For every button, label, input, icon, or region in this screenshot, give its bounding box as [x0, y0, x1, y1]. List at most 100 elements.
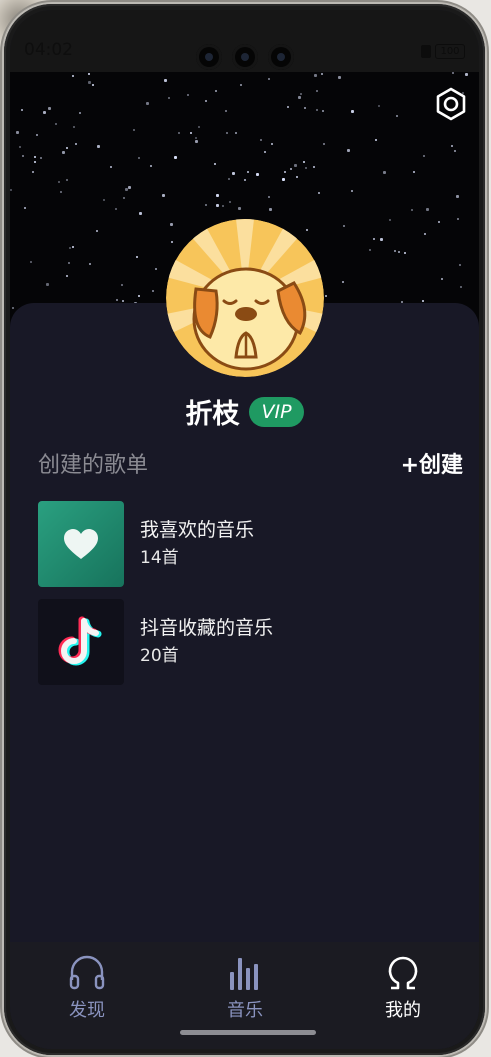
star-decoration — [423, 154, 426, 157]
star-decoration — [300, 92, 303, 95]
star-decoration — [264, 151, 267, 154]
star-decoration — [75, 143, 78, 146]
star-decoration — [413, 171, 416, 174]
sim-icon — [421, 45, 431, 58]
star-decoration — [303, 160, 306, 163]
star-decoration — [47, 106, 51, 110]
star-decoration — [138, 212, 142, 216]
star-decoration — [398, 251, 401, 254]
section-title: 创建的歌单 — [38, 453, 149, 478]
equalizer-icon — [230, 958, 258, 990]
username: 折枝 — [185, 399, 240, 430]
star-decoration — [198, 125, 201, 128]
playlist-name: 我喜欢的音乐 — [140, 519, 255, 541]
star-decoration — [190, 131, 193, 134]
star-decoration — [343, 225, 346, 228]
star-decoration — [372, 238, 375, 241]
star-decoration — [115, 298, 118, 301]
star-decoration — [132, 128, 135, 131]
star-decoration — [89, 263, 92, 266]
star-decoration — [45, 283, 49, 287]
star-decoration — [204, 99, 207, 102]
camera-lens-icon — [232, 44, 258, 70]
star-decoration — [229, 200, 232, 203]
star-decoration — [103, 198, 106, 201]
create-playlist-button[interactable]: +创建 — [401, 447, 463, 479]
status-indicators: 100 — [421, 44, 465, 59]
star-decoration — [282, 177, 286, 181]
star-decoration — [146, 101, 150, 105]
star-decoration — [232, 171, 236, 175]
profile-name-row: 折枝 VIP — [10, 392, 479, 431]
star-decoration — [18, 146, 21, 149]
star-decoration — [87, 72, 90, 75]
playlist-cover — [38, 599, 124, 685]
star-decoration — [195, 137, 198, 139]
star-decoration — [173, 156, 177, 159]
tab-discover[interactable]: 发现 — [27, 942, 147, 1022]
star-decoration — [79, 112, 82, 115]
avatar[interactable] — [166, 219, 324, 377]
playlist-cover — [38, 501, 124, 587]
star-decoration — [259, 138, 262, 141]
star-decoration — [425, 208, 429, 212]
star-decoration — [23, 207, 26, 210]
star-decoration — [396, 114, 399, 117]
star-decoration — [54, 122, 57, 125]
star-decoration — [122, 197, 125, 200]
star-decoration — [228, 177, 231, 180]
star-decoration — [121, 299, 124, 302]
star-decoration — [127, 185, 131, 189]
tab-mine[interactable]: 我的 — [343, 942, 463, 1022]
playlist-count: 14首 — [140, 548, 179, 568]
star-decoration — [186, 93, 189, 96]
star-decoration — [304, 107, 307, 110]
playlist-item[interactable]: 抖音收藏的音乐 20首 — [38, 599, 458, 685]
star-decoration — [322, 109, 325, 112]
star-decoration — [383, 170, 387, 174]
star-decoration — [69, 246, 72, 249]
star-decoration — [32, 170, 35, 173]
star-decoration — [138, 295, 141, 298]
star-decoration — [34, 160, 37, 163]
star-decoration — [404, 252, 407, 255]
vip-badge[interactable]: VIP — [249, 396, 304, 427]
settings-button[interactable] — [433, 86, 469, 122]
star-decoration — [394, 250, 397, 253]
dog-avatar-icon — [166, 219, 324, 377]
home-indicator[interactable] — [180, 1030, 316, 1035]
star-decoration — [162, 194, 166, 198]
playlist-name: 抖音收藏的音乐 — [140, 617, 274, 639]
star-decoration — [324, 295, 327, 298]
star-decoration — [95, 229, 98, 232]
star-decoration — [268, 208, 272, 212]
tab-label: 我的 — [385, 1000, 421, 1021]
star-decoration — [341, 281, 344, 284]
playlist-item[interactable]: 我喜欢的音乐 14首 — [38, 501, 458, 587]
status-time: 04:02 — [24, 40, 73, 60]
tab-label: 发现 — [69, 1000, 105, 1021]
star-decoration — [323, 143, 326, 145]
playlist-count: 20首 — [140, 646, 179, 666]
camera-lens-icon — [268, 44, 294, 70]
camera-lens-icon — [196, 44, 222, 70]
star-decoration — [68, 262, 71, 265]
star-decoration — [296, 175, 299, 178]
star-decoration — [459, 263, 462, 266]
star-decoration — [72, 245, 75, 248]
star-decoration — [36, 133, 39, 136]
star-decoration — [368, 248, 371, 251]
star-decoration — [460, 286, 463, 289]
star-decoration — [235, 132, 238, 135]
star-decoration — [377, 104, 380, 107]
star-decoration — [120, 284, 123, 287]
star-decoration — [313, 165, 316, 168]
star-decoration — [315, 90, 318, 93]
star-decoration — [451, 72, 454, 75]
star-decoration — [30, 260, 33, 263]
star-decoration — [304, 167, 307, 170]
tab-music[interactable]: 音乐 — [185, 942, 305, 1022]
star-decoration — [66, 178, 69, 181]
star-decoration — [321, 72, 324, 75]
star-decoration — [125, 187, 129, 191]
